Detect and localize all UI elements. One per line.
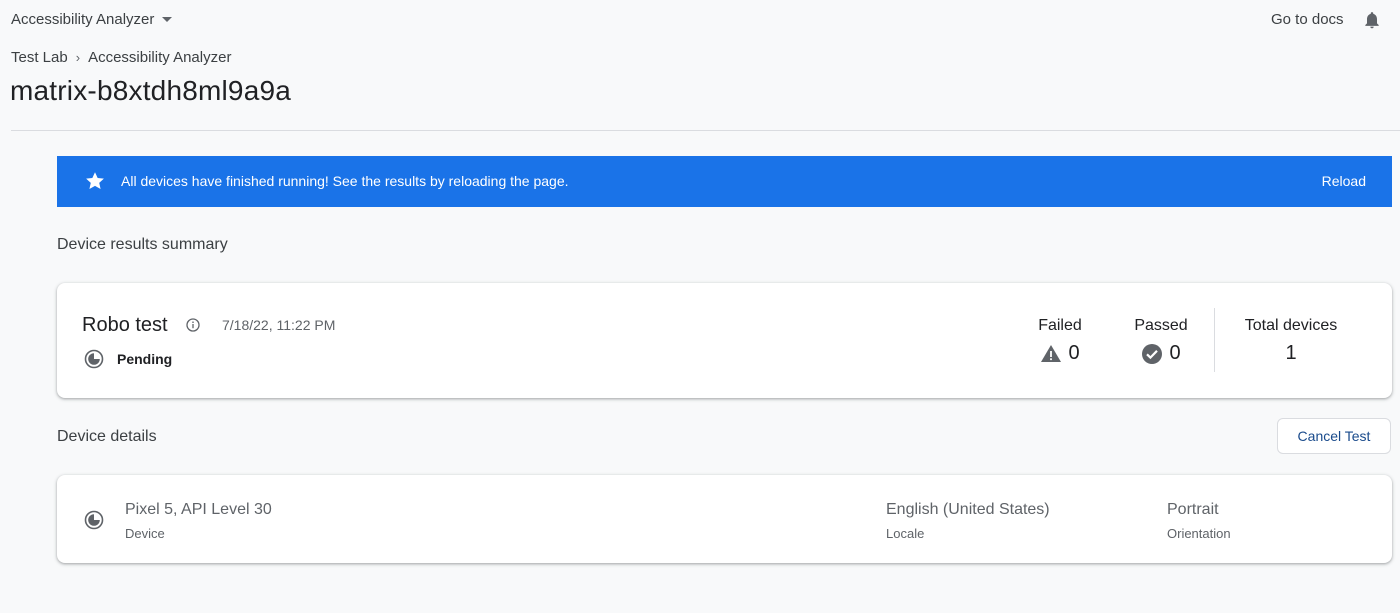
page-title: matrix-b8xtdh8ml9a9a bbox=[10, 75, 292, 106]
breadcrumb: Test Lab › Accessibility Analyzer bbox=[11, 49, 231, 66]
total-label: Total devices bbox=[1244, 317, 1338, 334]
failed-label: Failed bbox=[1038, 317, 1082, 334]
failed-count: 0 bbox=[1068, 342, 1080, 364]
chevron-down-icon bbox=[162, 17, 173, 22]
device-value: Pixel 5, API Level 30 bbox=[125, 501, 272, 518]
breadcrumb-test-lab[interactable]: Test Lab bbox=[11, 49, 68, 66]
pending-icon bbox=[84, 510, 104, 530]
orientation-field: Portrait Orientation bbox=[1167, 501, 1231, 541]
passed-count: 0 bbox=[1169, 342, 1181, 364]
test-timestamp: 7/18/22, 11:22 PM bbox=[222, 317, 336, 333]
project-name: Accessibility Analyzer bbox=[11, 11, 155, 28]
orientation-label: Orientation bbox=[1167, 526, 1231, 541]
device-row[interactable]: Pixel 5, API Level 30 Device English (Un… bbox=[57, 475, 1392, 563]
reload-button[interactable]: Reload bbox=[1322, 173, 1366, 189]
total-count: 1 bbox=[1285, 342, 1297, 364]
details-section-title: Device details bbox=[57, 428, 157, 445]
summary-section-title: Device results summary bbox=[57, 236, 228, 253]
banner-message: All devices have finished running! See t… bbox=[121, 173, 569, 189]
go-to-docs-link[interactable]: Go to docs bbox=[1271, 11, 1344, 28]
bell-icon[interactable] bbox=[1362, 10, 1382, 30]
passed-label: Passed bbox=[1134, 317, 1188, 334]
info-icon[interactable] bbox=[186, 318, 200, 332]
stats-divider bbox=[1214, 308, 1215, 372]
chevron-right-icon: › bbox=[75, 50, 81, 65]
failed-stat: Failed 0 bbox=[1032, 317, 1088, 365]
status-text: Pending bbox=[117, 351, 173, 367]
passed-value: 0 bbox=[1130, 342, 1192, 365]
orientation-value: Portrait bbox=[1167, 501, 1219, 518]
locale-field: English (United States) Locale bbox=[886, 501, 1050, 541]
cancel-test-button[interactable]: Cancel Test bbox=[1277, 418, 1391, 454]
check-circle-icon bbox=[1142, 343, 1163, 364]
star-icon bbox=[84, 170, 106, 192]
locale-label: Locale bbox=[886, 526, 925, 541]
project-selector[interactable]: Accessibility Analyzer bbox=[11, 11, 173, 28]
pending-icon bbox=[84, 349, 104, 369]
breadcrumb-current: Accessibility Analyzer bbox=[88, 49, 232, 66]
device-label: Device bbox=[125, 526, 165, 541]
reload-banner: All devices have finished running! See t… bbox=[57, 156, 1392, 207]
failed-value: 0 bbox=[1032, 342, 1088, 365]
header-divider bbox=[11, 130, 1400, 131]
test-name: Robo test bbox=[82, 314, 168, 336]
locale-value: English (United States) bbox=[886, 501, 1050, 518]
passed-stat: Passed 0 bbox=[1130, 317, 1192, 365]
total-devices-stat: Total devices 1 bbox=[1237, 317, 1345, 365]
warning-icon bbox=[1041, 345, 1062, 362]
summary-card: Robo test 7/18/22, 11:22 PM Pending Fail… bbox=[57, 283, 1392, 398]
app-header: Accessibility Analyzer Go to docs Test L… bbox=[0, 0, 1400, 130]
device-field: Pixel 5, API Level 30 Device bbox=[125, 501, 272, 541]
